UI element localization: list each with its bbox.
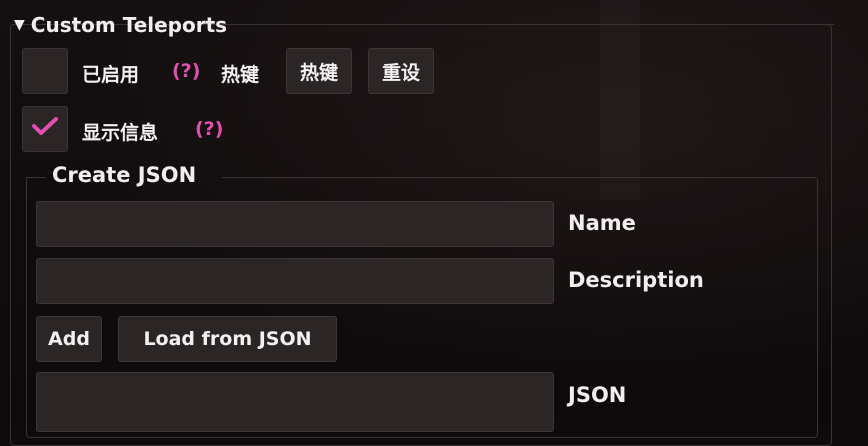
add-button[interactable]: Add	[36, 316, 102, 362]
section-title: Custom Teleports	[30, 13, 228, 37]
name-input[interactable]	[36, 201, 554, 247]
section-divider	[280, 24, 834, 25]
hotkey-label: 热键	[221, 64, 260, 86]
json-label: JSON	[568, 383, 627, 407]
show-info-label: 显示信息	[82, 122, 159, 144]
hotkey-button[interactable]: 热键	[286, 48, 352, 94]
create-json-title: Create JSON	[52, 163, 197, 187]
description-input[interactable]	[36, 258, 554, 304]
triangle-down-icon[interactable]: ▼	[14, 17, 25, 33]
group-divider	[222, 177, 816, 178]
checkmark-icon	[32, 117, 58, 135]
enabled-checkbox[interactable]	[22, 48, 68, 94]
show-info-checkbox[interactable]	[22, 106, 68, 152]
name-label: Name	[568, 211, 636, 235]
show-info-help-icon[interactable]: (?)	[195, 118, 223, 140]
section-header-custom-teleports[interactable]: ▼ Custom Teleports	[14, 10, 227, 40]
load-from-json-button[interactable]: Load from JSON	[118, 316, 337, 362]
enabled-help-icon[interactable]: (?)	[172, 60, 200, 82]
reset-button[interactable]: 重设	[368, 48, 434, 94]
group-divider-left	[26, 177, 46, 178]
enabled-label: 已启用	[82, 64, 140, 86]
description-label: Description	[568, 268, 704, 292]
json-input[interactable]	[36, 372, 554, 432]
